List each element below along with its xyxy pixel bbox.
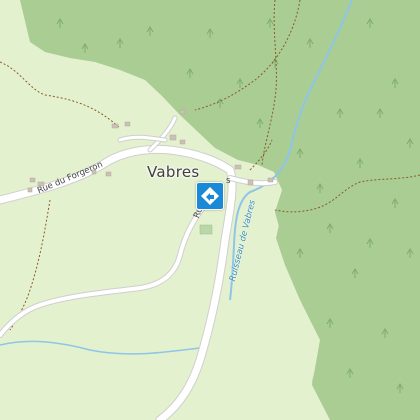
map-pin-diamond-icon: [196, 182, 224, 210]
map-layers: [0, 0, 420, 420]
stream-lower: [0, 340, 201, 355]
poi-marker[interactable]: [196, 182, 224, 210]
place-label-vabres: Vabres: [147, 163, 200, 181]
map-canvas[interactable]: Vabres Rue du Forgeron Rue d s Ruisseau …: [0, 0, 420, 420]
street-label-partial-b: s: [226, 176, 231, 186]
